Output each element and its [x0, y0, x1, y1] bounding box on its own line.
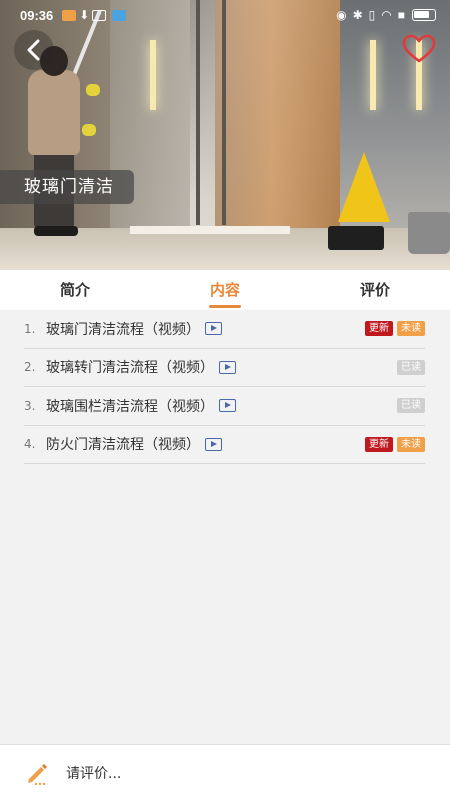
unread-badge: 未读	[397, 436, 425, 452]
item-title: 玻璃门清洁流程（视频）	[46, 321, 200, 338]
video-play-icon	[205, 437, 222, 451]
status-bar: 09:36 ⬇ ◉ ✱ ▯ ◠ ■	[0, 0, 450, 30]
updated-badge: 更新	[365, 321, 393, 337]
pencil-icon	[28, 763, 47, 785]
comment-input[interactable]: 请评价...	[66, 763, 121, 783]
item-index: 3.	[24, 398, 36, 413]
download-icon: ⬇	[79, 8, 90, 22]
list-item[interactable]: 4. 防火门清洁流程（视频） 更新 未读	[24, 426, 425, 464]
item-index: 1.	[24, 321, 36, 336]
tab-intro[interactable]: 简介	[0, 270, 150, 310]
tab-content[interactable]: 内容	[150, 270, 300, 310]
list-item[interactable]: 3. 玻璃围栏清洁流程（视频） 已读	[24, 387, 425, 426]
chevron-left-icon	[27, 39, 40, 61]
battery-icon	[412, 9, 436, 21]
wifi-icon: ◠	[381, 8, 392, 22]
vibrate-icon: ▯	[368, 8, 376, 22]
video-play-icon	[219, 360, 236, 374]
item-index: 2.	[24, 360, 36, 375]
comment-bar[interactable]: 请评价...	[0, 744, 450, 800]
favorite-button[interactable]	[402, 34, 436, 64]
tab-reviews[interactable]: 评价	[300, 270, 450, 310]
content-list: 1. 玻璃门清洁流程（视频） 更新 未读 2. 玻璃转门清洁流程（视频） 已读 …	[24, 310, 425, 464]
item-title: 玻璃转门清洁流程（视频）	[46, 360, 214, 377]
back-button[interactable]	[14, 30, 54, 70]
app-icon	[112, 9, 127, 21]
read-badge: 已读	[397, 398, 425, 414]
updated-badge: 更新	[365, 436, 393, 452]
hero-image	[0, 0, 450, 270]
heart-outline-icon	[402, 34, 436, 63]
read-badge: 已读	[397, 359, 425, 375]
item-title: 防火门清洁流程（视频）	[46, 437, 200, 454]
unread-badge: 未读	[397, 321, 425, 337]
video-play-icon	[205, 322, 222, 336]
gallery-icon	[92, 9, 107, 21]
notification-icon	[62, 9, 77, 21]
bluetooth-icon: ✱	[352, 8, 363, 22]
list-item[interactable]: 1. 玻璃门清洁流程（视频） 更新 未读	[24, 310, 425, 349]
item-title: 玻璃围栏清洁流程（视频）	[46, 398, 214, 415]
eye-icon: ◉	[336, 8, 347, 22]
tab-bar: 简介 内容 评价	[0, 270, 450, 310]
video-play-icon	[219, 399, 236, 413]
page-title: 玻璃门清洁	[0, 170, 134, 204]
status-time: 09:36	[20, 7, 54, 23]
list-item[interactable]: 2. 玻璃转门清洁流程（视频） 已读	[24, 349, 425, 387]
alert-icon: ■	[397, 8, 405, 22]
item-index: 4.	[24, 437, 36, 452]
